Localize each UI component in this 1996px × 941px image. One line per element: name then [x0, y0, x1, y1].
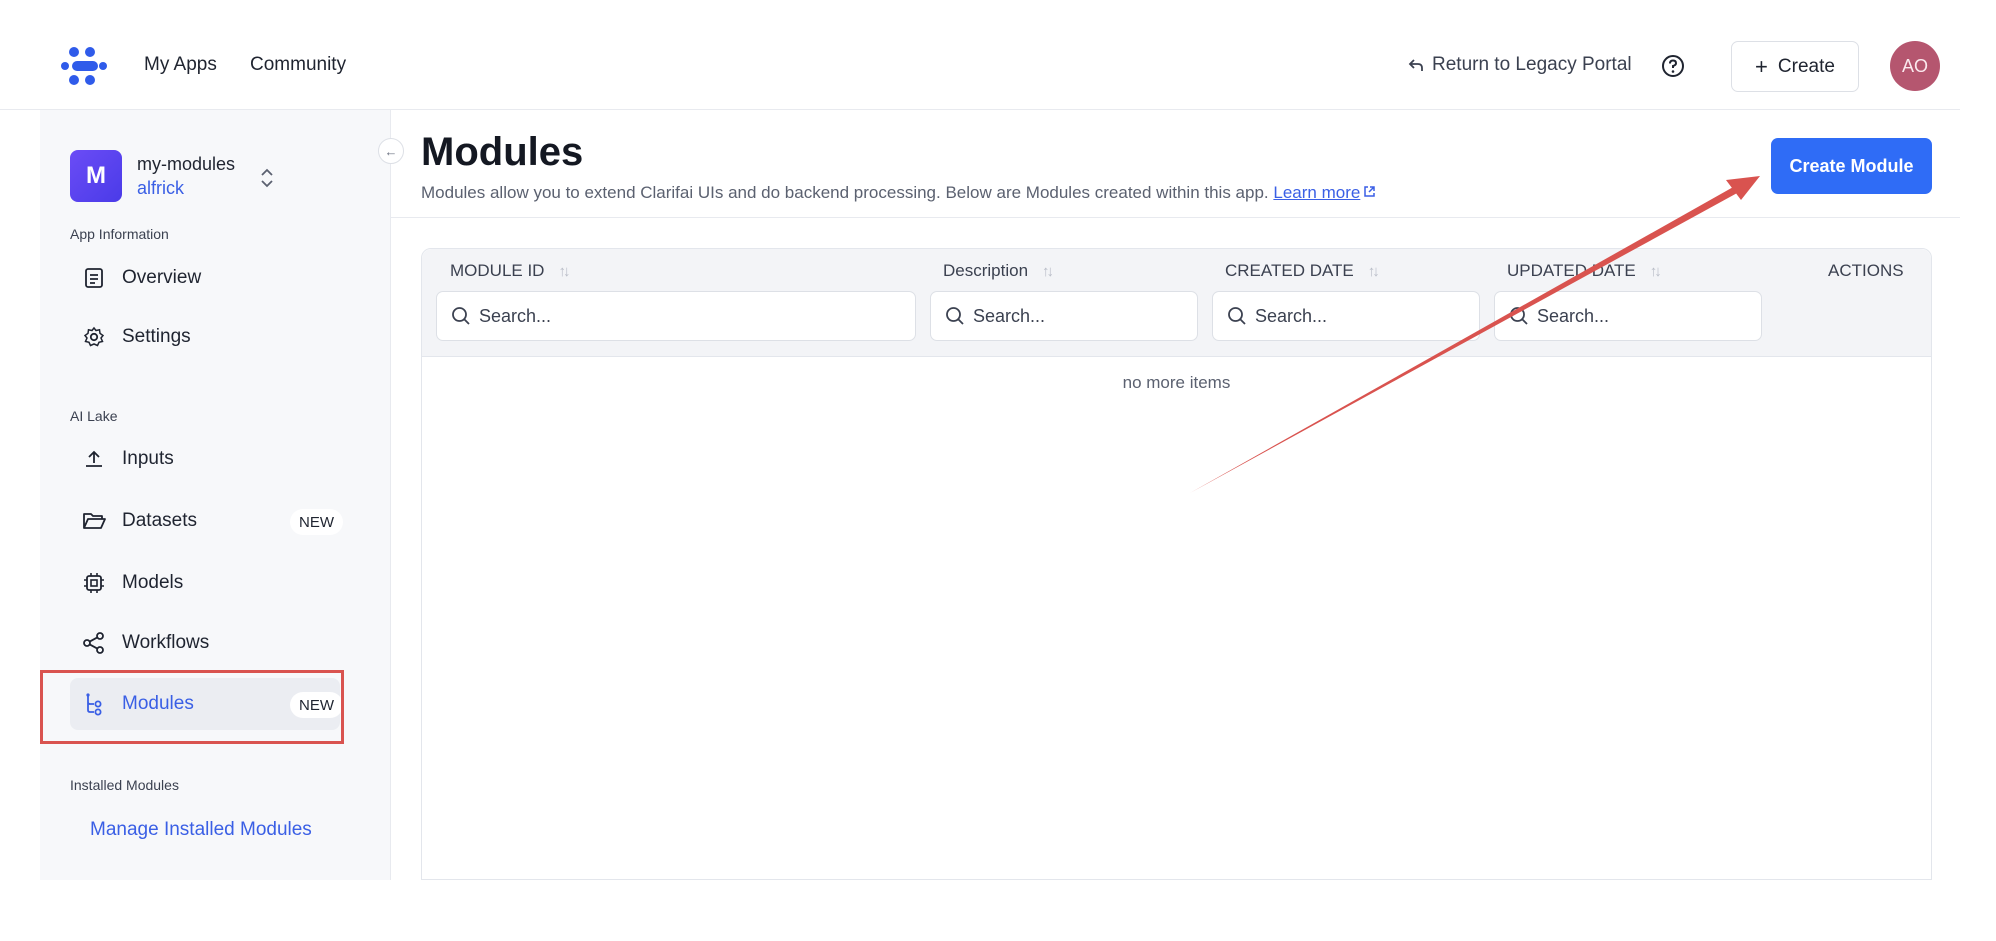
sidebar-item-settings[interactable]: Settings — [70, 311, 340, 363]
sidebar-item-label: Datasets — [122, 510, 197, 531]
search-icon — [1510, 307, 1528, 325]
learn-more-link[interactable]: Learn more — [1273, 183, 1376, 202]
search-icon — [946, 307, 964, 325]
column-label: MODULE ID — [450, 261, 545, 280]
page-title: Modules — [421, 130, 584, 174]
create-button[interactable]: + Create — [1731, 41, 1859, 92]
updated-date-search[interactable] — [1494, 291, 1762, 341]
nav-my-apps[interactable]: My Apps — [144, 54, 217, 76]
module-id-search-input[interactable] — [479, 305, 851, 327]
arrow-left-icon: ← — [384, 143, 398, 159]
sidebar-item-label: Workflows — [122, 632, 210, 653]
clarifai-logo-icon[interactable] — [60, 46, 108, 86]
updated-date-search-input[interactable] — [1537, 305, 1739, 327]
app-user-link[interactable]: alfrick — [137, 178, 184, 199]
chevron-updown-icon[interactable] — [258, 166, 276, 190]
sidebar-item-inputs[interactable]: Inputs — [70, 433, 340, 485]
create-module-button[interactable]: Create Module — [1771, 138, 1932, 194]
sidebar-item-workflows[interactable]: Workflows — [70, 617, 340, 669]
document-icon — [82, 266, 106, 290]
nav-community[interactable]: Community — [250, 54, 346, 76]
annotation-highlight-box — [40, 670, 344, 744]
collapse-sidebar-button[interactable]: ← — [378, 138, 404, 164]
learn-more-label: Learn more — [1273, 183, 1361, 202]
create-label: Create — [1777, 55, 1835, 77]
column-label: CREATED DATE — [1225, 261, 1354, 280]
column-header-module-id[interactable]: MODULE ID ↑↓ — [450, 261, 570, 281]
column-header-actions: ACTIONS — [1828, 261, 1904, 281]
return-legacy-portal-label: Return to Legacy Portal — [1432, 54, 1632, 75]
column-header-created-date[interactable]: CREATED DATE ↑↓ — [1225, 261, 1380, 281]
module-id-search[interactable] — [436, 291, 916, 341]
sidebar-item-overview[interactable]: Overview — [70, 252, 340, 304]
column-header-updated-date[interactable]: UPDATED DATE ↑↓ — [1507, 261, 1662, 281]
section-installed-modules: Installed Modules — [70, 777, 179, 793]
column-header-description[interactable]: Description ↑↓ — [943, 261, 1054, 281]
upload-icon — [82, 447, 106, 471]
column-label: ACTIONS — [1828, 261, 1904, 280]
app-badge: M — [70, 150, 122, 202]
search-icon — [1228, 307, 1246, 325]
sort-icon[interactable]: ↑↓ — [1650, 263, 1662, 280]
app-name[interactable]: my-modules — [137, 154, 235, 175]
page-description-text: Modules allow you to extend Clarifai UIs… — [421, 183, 1269, 202]
description-search[interactable] — [930, 291, 1198, 341]
sidebar-item-label: Inputs — [122, 448, 174, 469]
gear-icon — [82, 325, 106, 349]
sidebar-item-label: Models — [122, 572, 184, 593]
description-search-input[interactable] — [973, 305, 1175, 327]
return-legacy-portal-link[interactable]: Return to Legacy Portal — [1408, 54, 1632, 76]
chip-icon — [82, 571, 106, 595]
sidebar-item-label: Settings — [122, 326, 191, 347]
table-header: MODULE ID ↑↓ Description ↑↓ CREATED DATE ↑↓… — [422, 249, 1931, 357]
top-bar: My Apps Community Return to Legacy Porta… — [0, 0, 1960, 110]
empty-state-text: no more items — [1122, 373, 1231, 392]
sort-icon[interactable]: ↑↓ — [1042, 263, 1054, 280]
sidebar-item-models[interactable]: Models — [70, 557, 340, 609]
return-arrow-icon — [1408, 59, 1423, 71]
folder-icon — [82, 509, 106, 533]
sort-icon[interactable]: ↑↓ — [558, 263, 570, 280]
modules-table: MODULE ID ↑↓ Description ↑↓ CREATED DATE ↑↓… — [421, 248, 1932, 880]
section-app-information: App Information — [70, 226, 169, 242]
sort-icon[interactable]: ↑↓ — [1368, 263, 1380, 280]
external-link-icon — [1364, 186, 1376, 197]
created-date-search[interactable] — [1212, 291, 1480, 341]
page-description: Modules allow you to extend Clarifai UIs… — [421, 183, 1376, 203]
plus-icon: + — [1755, 53, 1768, 79]
sidebar-item-datasets[interactable]: Datasets NEW — [70, 495, 343, 547]
column-label: Description — [943, 261, 1029, 280]
search-icon — [452, 307, 470, 325]
manage-installed-modules-link[interactable]: Manage Installed Modules — [90, 819, 312, 841]
created-date-search-input[interactable] — [1255, 305, 1457, 327]
section-ai-lake: AI Lake — [70, 408, 118, 424]
help-icon[interactable] — [1661, 54, 1685, 78]
sidebar: M my-modules alfrick App Information Ove… — [40, 110, 391, 880]
new-badge: NEW — [290, 509, 343, 535]
sidebar-item-label: Overview — [122, 267, 202, 288]
share-icon — [82, 631, 106, 655]
header-divider — [391, 217, 1960, 218]
avatar[interactable]: AO — [1890, 41, 1940, 91]
column-label: UPDATED DATE — [1507, 261, 1636, 280]
